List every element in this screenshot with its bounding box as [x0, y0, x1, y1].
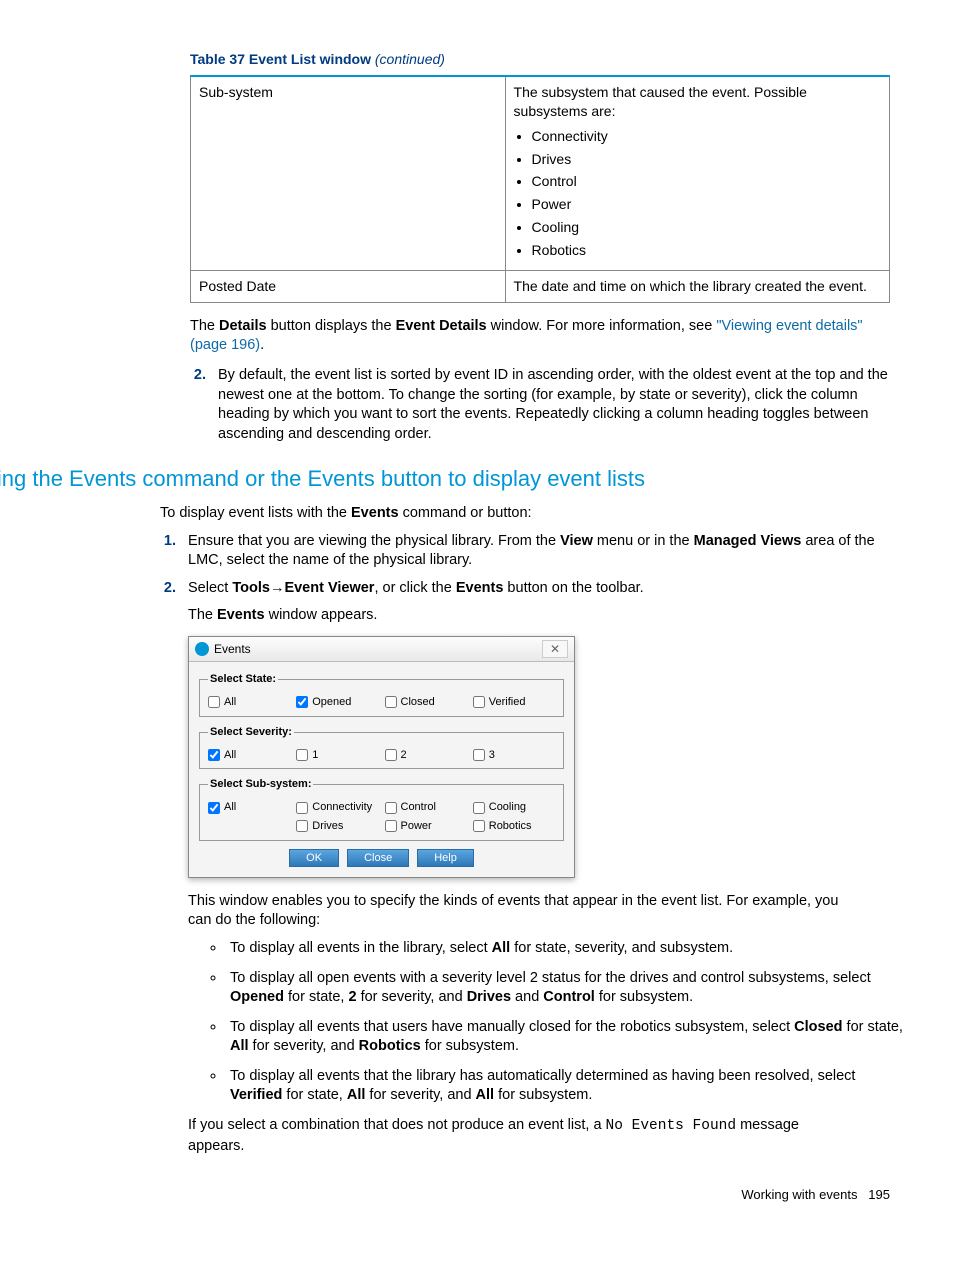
state-checkbox-label: Verified: [489, 695, 526, 710]
subsystem-checkbox[interactable]: Robotics: [473, 819, 555, 834]
severity-checkbox-label: 2: [401, 748, 407, 763]
footer-label: Working with events: [741, 1187, 857, 1202]
state-checkbox-input[interactable]: [473, 696, 485, 708]
subsystem-checkbox[interactable]: Power: [385, 819, 467, 834]
severity-checkbox[interactable]: 3: [473, 748, 555, 763]
subsystem-checkbox[interactable]: Control: [385, 800, 467, 815]
subsystem-checkbox-label: Robotics: [489, 819, 532, 834]
page-footer: Working with events 195: [190, 1186, 890, 1204]
state-checkbox[interactable]: Verified: [473, 695, 555, 710]
footer-page: 195: [868, 1187, 890, 1202]
subsystem-checkbox[interactable]: Drives: [296, 819, 378, 834]
subsystem-checkbox-label: Power: [401, 819, 432, 834]
subsystem-checkbox-input[interactable]: [473, 802, 485, 814]
severity-checkbox-input[interactable]: [385, 749, 397, 761]
bullet-item: To display all events that users have ma…: [226, 1018, 906, 1057]
dialog-button-row: OK Close Help: [199, 849, 564, 867]
subsystem-checkbox-label: Control: [401, 800, 436, 815]
steps-a: By default, the event list is sorted by …: [190, 366, 910, 444]
subsystem-checkbox-input[interactable]: [296, 802, 308, 814]
caption-label: Table 37 Event List window: [190, 51, 371, 67]
state-checkbox-label: Opened: [312, 695, 351, 710]
state-checkbox-input[interactable]: [296, 696, 308, 708]
events-window-appears: The Events window appears.: [188, 606, 880, 626]
subsystem-checkbox-label: Connectivity: [312, 800, 372, 815]
details-para: The Details button displays the Event De…: [190, 317, 890, 356]
state-checkbox-input[interactable]: [385, 696, 397, 708]
window-desc: This window enables you to specify the k…: [188, 892, 848, 931]
state-checkbox[interactable]: Closed: [385, 695, 467, 710]
subsystem-item: Power: [532, 195, 881, 214]
step-2a: By default, the event list is sorted by …: [210, 366, 910, 444]
state-checkbox[interactable]: Opened: [296, 695, 378, 710]
state-checkbox-label: Closed: [401, 695, 435, 710]
help-button[interactable]: Help: [417, 849, 474, 867]
state-checkbox-label: All: [224, 695, 236, 710]
fieldset-severity: Select Severity: All 1 2 3: [199, 725, 564, 770]
no-events-para: If you select a combination that does no…: [188, 1116, 848, 1156]
dialog-title: Events: [214, 641, 251, 657]
fieldset-state: Select State: All Opened Closed Verified: [199, 672, 564, 717]
subsystem-checkbox-input[interactable]: [296, 820, 308, 832]
subsystem-item: Control: [532, 172, 881, 191]
subsystem-checkbox-label: Drives: [312, 819, 343, 834]
subsystem-checkbox-input[interactable]: [208, 802, 220, 814]
legend-subsystem: Select Sub-system:: [208, 777, 313, 792]
step-1b: Ensure that you are viewing the physical…: [180, 532, 880, 571]
dialog-titlebar: Events ✕: [189, 637, 574, 662]
severity-checkbox-input[interactable]: [296, 749, 308, 761]
legend-severity: Select Severity:: [208, 725, 294, 740]
options-bullets: To display all events in the library, se…: [188, 939, 906, 1106]
close-button[interactable]: ✕: [542, 640, 568, 658]
ok-button[interactable]: OK: [289, 849, 339, 867]
subsystem-item: Cooling: [532, 218, 881, 237]
subsystem-checkbox-label: Cooling: [489, 800, 526, 815]
fieldset-subsystem: Select Sub-system: All Connectivity Drives…: [199, 777, 564, 841]
severity-checkbox-input[interactable]: [208, 749, 220, 761]
subsystem-intro: The subsystem that caused the event. Pos…: [514, 84, 807, 119]
cell-key: Posted Date: [191, 271, 506, 303]
bullet-item: To display all events in the library, se…: [226, 939, 906, 959]
subsystem-checkbox-input[interactable]: [473, 820, 485, 832]
subsystem-checkbox-input[interactable]: [385, 820, 397, 832]
subsystem-item: Connectivity: [532, 127, 881, 146]
subsystem-checkbox[interactable]: All: [208, 800, 290, 815]
severity-checkbox[interactable]: 1: [296, 748, 378, 763]
bullet-item: To display all open events with a severi…: [226, 969, 906, 1008]
state-checkbox[interactable]: All: [208, 695, 290, 710]
subsystem-checkbox[interactable]: Cooling: [473, 800, 555, 815]
cell-value: The subsystem that caused the event. Pos…: [505, 76, 889, 271]
caption-continued: (continued): [375, 51, 445, 67]
subsystem-item: Drives: [532, 150, 881, 169]
hp-logo-icon: [195, 642, 209, 656]
table-row: Sub-system The subsystem that caused the…: [191, 76, 890, 271]
state-checkbox-input[interactable]: [208, 696, 220, 708]
subsystem-checkbox-input[interactable]: [385, 802, 397, 814]
table-row: Posted Date The date and time on which t…: [191, 271, 890, 303]
intro-para: To display event lists with the Events c…: [160, 504, 860, 524]
legend-state: Select State:: [208, 672, 278, 687]
cell-value: The date and time on which the library c…: [505, 271, 889, 303]
cell-key: Sub-system: [191, 76, 506, 271]
subsystem-list: Connectivity Drives Control Power Cooling Rob…: [532, 127, 881, 260]
steps-b: Ensure that you are viewing the physical…: [160, 532, 880, 1157]
severity-checkbox-label: 3: [489, 748, 495, 763]
bullet-item: To display all events that the library h…: [226, 1067, 906, 1106]
subsystem-item: Robotics: [532, 241, 881, 260]
step-2b: Select Tools→Event Viewer, or click the …: [180, 579, 880, 1156]
close-button[interactable]: Close: [347, 849, 409, 867]
severity-checkbox-label: All: [224, 748, 236, 763]
severity-checkbox[interactable]: All: [208, 748, 290, 763]
subsystem-checkbox[interactable]: Connectivity: [296, 800, 378, 815]
no-events-found-msg: No Events Found: [606, 1118, 737, 1134]
severity-checkbox[interactable]: 2: [385, 748, 467, 763]
severity-checkbox-input[interactable]: [473, 749, 485, 761]
severity-checkbox-label: 1: [312, 748, 318, 763]
table-caption: Table 37 Event List window (continued): [190, 50, 884, 69]
section-heading: Using the Events command or the Events b…: [0, 464, 884, 494]
event-list-table: Sub-system The subsystem that caused the…: [190, 75, 890, 303]
events-dialog: Events ✕ Select State: All Opened Closed Ve…: [188, 636, 575, 878]
subsystem-checkbox-label: All: [224, 800, 236, 815]
